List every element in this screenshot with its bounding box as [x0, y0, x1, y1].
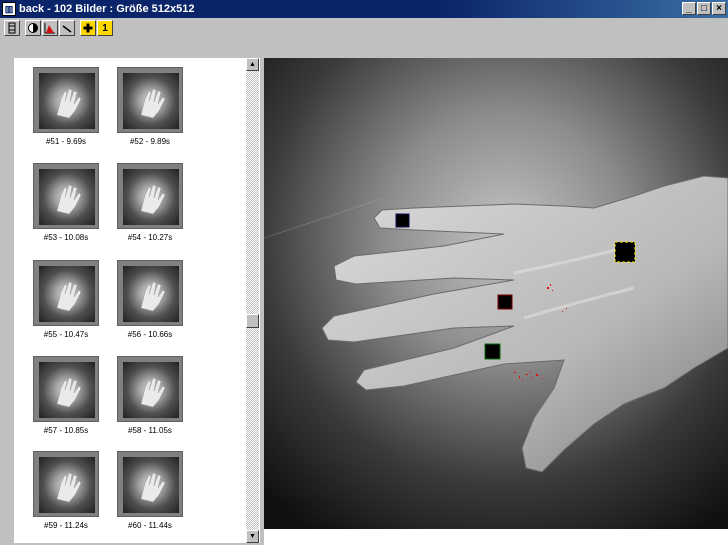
contrast-icon	[28, 23, 38, 33]
add-roi-button[interactable]	[80, 20, 96, 36]
thumbnail-label: #58 - 11.05s	[128, 426, 172, 435]
hand-thumbnail-icon	[56, 377, 82, 408]
image-view[interactable]	[264, 58, 728, 529]
roi-one-button[interactable]: 1	[97, 20, 113, 36]
thumbnail-51[interactable]	[33, 67, 99, 133]
hand-thumbnail-icon	[140, 377, 166, 408]
roi-blue-marker[interactable]	[395, 213, 410, 228]
hand-thumbnail-icon	[56, 184, 82, 215]
pipette-icon	[62, 25, 72, 33]
hand-thumbnail-icon	[56, 281, 82, 312]
thumbnail-label: #60 - 11.44s	[128, 521, 172, 530]
scroll-down-button[interactable]: ▼	[246, 530, 259, 543]
hand-thumbnail-icon	[140, 88, 166, 119]
window-title: back - 102 Bilder : Größe 512x512	[19, 3, 195, 15]
hand-image	[264, 58, 728, 529]
thumbnail-label: #51 - 9.69s	[45, 137, 87, 146]
hand-thumbnail-icon	[56, 472, 82, 503]
roi-yellow-marker[interactable]	[614, 241, 636, 263]
roi-red-marker[interactable]	[497, 294, 513, 310]
thumbnail-label: #56 - 10.66s	[127, 330, 173, 339]
app-icon[interactable]: ▥	[2, 2, 16, 16]
image-status-strip	[264, 529, 728, 545]
number-one-icon: 1	[102, 22, 108, 34]
thumbnail-56[interactable]	[117, 260, 183, 326]
thumbnail-label: #54 - 10.27s	[127, 233, 173, 242]
thumbnail-60[interactable]	[117, 451, 183, 517]
thumbnail-label: #55 - 10.47s	[43, 330, 89, 339]
plus-icon	[83, 23, 93, 33]
hand-thumbnail-icon	[140, 281, 166, 312]
thumbnail-59[interactable]	[33, 451, 99, 517]
window-controls: _ □ ×	[682, 2, 726, 15]
thumbnail-55[interactable]	[33, 260, 99, 326]
close-button[interactable]: ×	[712, 2, 726, 15]
film-strip-icon	[8, 22, 16, 34]
thumbnail-54[interactable]	[117, 163, 183, 229]
histogram-button[interactable]	[42, 20, 58, 36]
thumbnail-scrollbar[interactable]: ▲ ▼	[246, 58, 259, 543]
thumbnail-57[interactable]	[33, 356, 99, 422]
thumbnail-52[interactable]	[117, 67, 183, 133]
pipette-button[interactable]	[59, 20, 75, 36]
hand-thumbnail-icon	[140, 184, 166, 215]
minimize-button[interactable]: _	[682, 2, 696, 15]
toolbar: 1	[0, 18, 728, 58]
thumbnail-label: #53 - 10.08s	[43, 233, 89, 242]
scroll-thumb[interactable]	[246, 314, 259, 328]
thumbnail-label: #59 - 11.24s	[44, 521, 88, 530]
thumbnail-58[interactable]	[117, 356, 183, 422]
thumbnail-53[interactable]	[33, 163, 99, 229]
hand-thumbnail-icon	[140, 472, 166, 503]
roi-green-marker[interactable]	[484, 343, 501, 360]
hand-thumbnail-icon	[56, 88, 82, 119]
contrast-button[interactable]	[25, 20, 41, 36]
thumbnail-view-button[interactable]	[4, 20, 20, 36]
thumbnail-label: #57 - 10.85s	[43, 426, 89, 435]
thumbnail-panel: #51 - 9.69s #52 - 9.89s #53 - 10.08s #54…	[14, 58, 246, 543]
title-bar: ▥ back - 102 Bilder : Größe 512x512 _ □ …	[0, 0, 728, 18]
arrow-down-icon: ▼	[249, 533, 256, 540]
thumbnail-label: #52 - 9.89s	[129, 137, 171, 146]
scroll-up-button[interactable]: ▲	[246, 58, 259, 71]
histogram-icon	[44, 23, 55, 34]
maximize-button[interactable]: □	[697, 2, 711, 15]
arrow-up-icon: ▲	[249, 61, 256, 68]
